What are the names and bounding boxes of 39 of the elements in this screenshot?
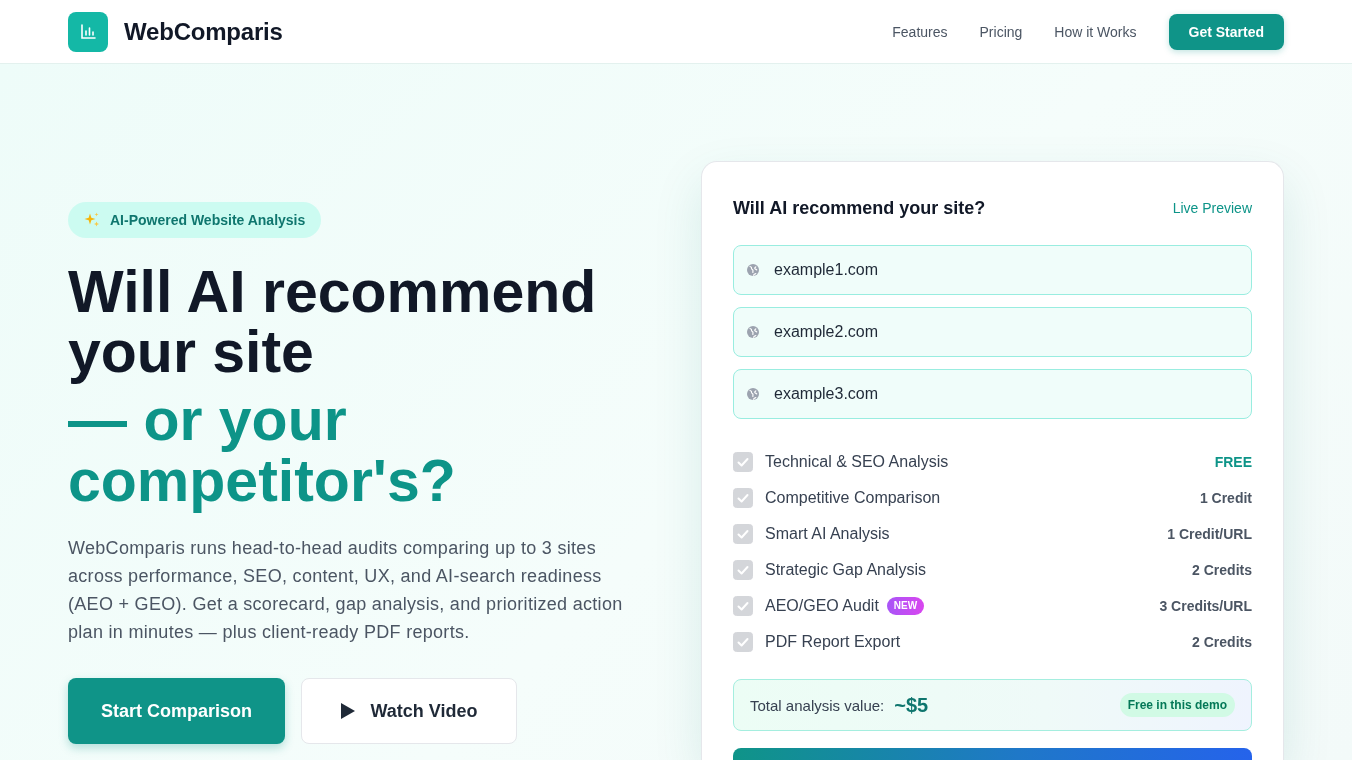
feature-price: FREE <box>1214 454 1252 470</box>
play-icon <box>340 702 357 720</box>
nav-link[interactable]: Features <box>892 23 948 40</box>
feature-price: 1 Credit <box>1199 490 1252 506</box>
feature-label: Smart AI Analysis <box>765 525 890 543</box>
url-input[interactable]: example2.com <box>733 307 1252 357</box>
hero-heading-accent: — or your competitor's? <box>68 390 457 512</box>
brand-name[interactable]: WebComparis <box>124 17 283 46</box>
badge-label: AI-Powered Website Analysis <box>110 212 306 228</box>
free-demo-badge: Free in this demo <box>1119 693 1235 717</box>
globe-icon <box>747 264 759 276</box>
feature-price: 2 Credits <box>1192 562 1252 578</box>
logo-icon[interactable] <box>68 11 108 52</box>
nav-link[interactable]: Pricing <box>979 23 1023 40</box>
start-comparison-button[interactable]: Start Comparison <box>68 678 285 744</box>
hero-heading: Will AI recommend your site <box>68 262 598 382</box>
feature-label: Strategic Gap Analysis <box>765 561 926 579</box>
nav-link[interactable]: How it Works <box>1054 23 1137 40</box>
get-started-button[interactable]: Get Started <box>1168 13 1284 50</box>
globe-icon <box>747 388 759 400</box>
globe-icon <box>747 326 759 338</box>
feature-price: 2 Credits <box>1192 634 1252 650</box>
feature-label: Competitive Comparison <box>765 489 941 507</box>
url-input[interactable]: example1.com <box>733 245 1252 295</box>
new-badge: NEW <box>886 597 925 615</box>
total-label: Total analysis value: <box>750 696 885 714</box>
hero-description: WebComparis runs head-to-head audits comparing up to 3 sites across performance, SEO, content, UX, and AI-search readiness (AEO + GEO). Get a scorecard, gap analysis, and prioritized action plan in minutes — plus client-ready PDF reports. <box>68 537 624 644</box>
action-button[interactable] <box>733 748 1252 760</box>
sparkle-icon <box>84 212 100 228</box>
url-input[interactable]: example3.com <box>733 369 1252 419</box>
feature-label: AEO/GEO Audit <box>765 597 879 615</box>
feature-price: 1 Credit/URL <box>1167 526 1252 542</box>
card-title: Will AI recommend your site? <box>733 197 986 219</box>
watch-video-button[interactable]: Watch Video <box>301 678 517 744</box>
feature-label: PDF Report Export <box>765 633 901 651</box>
total-value: ~$5 <box>894 693 929 717</box>
feature-label: Technical & SEO Analysis <box>765 453 949 471</box>
feature-price: 3 Credits/URL <box>1159 598 1252 614</box>
live-preview-label: Live Preview <box>1172 200 1252 216</box>
